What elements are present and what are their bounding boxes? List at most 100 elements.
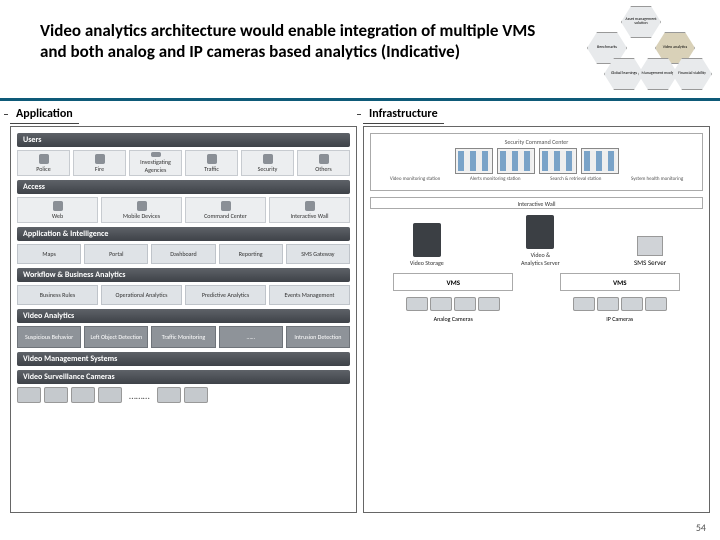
- interactive-wall-box: Interactive Wall: [370, 197, 703, 209]
- scc-station-labels: Video monitoring station Alerts monitori…: [375, 176, 698, 182]
- camera-icon: [17, 387, 41, 403]
- p2: Alerts monitoring station: [470, 176, 521, 182]
- app-dashboard: Dashboard: [151, 244, 215, 264]
- page-number: 54: [696, 521, 706, 534]
- workflow-row: Business Rules Operational Analytics Pre…: [17, 285, 350, 305]
- video-analytics-row: Suspicious Behavior Left Object Detectio…: [17, 326, 350, 348]
- analog-camera-label: Analog Cameras: [393, 315, 513, 323]
- storage-server-icon: [413, 223, 441, 257]
- va-intrusion: Intrusion Detection: [286, 326, 350, 348]
- app-reporting: Reporting: [219, 244, 283, 264]
- va-more: ……: [219, 326, 283, 348]
- access-bar: Access: [17, 180, 350, 194]
- p1: Video monitoring station: [390, 176, 440, 182]
- user-traffic: Traffic: [185, 150, 238, 176]
- user-others: Others: [297, 150, 350, 176]
- app-intel-row: Maps Portal Dashboard Reporting SMS Gate…: [17, 244, 350, 264]
- others-icon: [319, 154, 329, 164]
- wf-predictive: Predictive Analytics: [185, 285, 266, 305]
- workflow-bar: Workflow & Business Analytics: [17, 268, 350, 282]
- monitor-icon: [539, 148, 577, 174]
- interactive-wall-icon: [305, 201, 315, 211]
- access-web: Web: [17, 197, 98, 223]
- investigating-icon: [151, 152, 161, 157]
- laptop-icon: [53, 201, 63, 211]
- access-mobile: Mobile Devices: [101, 197, 182, 223]
- slide-title: Video analytics architecture would enabl…: [40, 20, 560, 63]
- wf-op-analytics: Operational Analytics: [101, 285, 182, 305]
- application-panel: Application Users Police Fire Investigat…: [10, 105, 357, 513]
- video-analytics-server: Video & Analytics Server: [520, 215, 560, 267]
- ip-camera-icon: [645, 297, 667, 311]
- vms-row: VMS VMS: [370, 273, 703, 291]
- app-maps: Maps: [17, 244, 81, 264]
- va-suspicious: Suspicious Behavior: [17, 326, 81, 348]
- access-row: Web Mobile Devices Command Center Intera…: [17, 197, 350, 223]
- user-security: Security: [241, 150, 294, 176]
- hex-asset-mgmt: Asset management solution: [621, 6, 661, 38]
- access-command: Command Center: [185, 197, 266, 223]
- vms-box-left: VMS: [393, 273, 513, 291]
- user-investigating: Investigating Agencies: [129, 150, 182, 176]
- mobile-icon: [137, 201, 147, 211]
- application-body: Users Police Fire Investigating Agencies…: [10, 126, 357, 513]
- traffic-icon: [207, 154, 217, 164]
- p4: System health monitoring: [631, 176, 683, 182]
- camera-ellipsis: ………: [125, 389, 154, 402]
- analytics-server-icon: [526, 215, 554, 249]
- server-row: Video Storage Video & Analytics Server S…: [370, 215, 703, 267]
- infrastructure-title: Infrastructure: [363, 105, 444, 124]
- title-text: Video analytics architecture would enabl…: [40, 20, 560, 63]
- sms-server: SMS Server: [634, 236, 666, 267]
- security-icon: [263, 154, 273, 164]
- infrastructure-body: Security Command Center Video monitoring…: [363, 126, 710, 513]
- security-command-center: Security Command Center Video monitoring…: [370, 133, 703, 191]
- sms-server-icon: [637, 236, 663, 256]
- camera-icon: [184, 387, 208, 403]
- analog-camera-icon: [430, 297, 452, 311]
- app-sms: SMS Gateway: [286, 244, 350, 264]
- p3: Search & retrieval station: [550, 176, 601, 182]
- analog-camera-icon: [478, 297, 500, 311]
- infrastructure-panel: Infrastructure Security Command Center V…: [363, 105, 710, 513]
- application-title: Application: [10, 105, 79, 124]
- video-storage: Video Storage: [407, 223, 447, 267]
- users-bar: Users: [17, 133, 350, 147]
- ip-camera-group: IP Cameras: [560, 297, 680, 323]
- command-center-icon: [221, 201, 231, 211]
- analog-camera-icon: [454, 297, 476, 311]
- camera-icon: [157, 387, 181, 403]
- wf-events: Events Management: [269, 285, 350, 305]
- analog-camera-group: Analog Cameras: [393, 297, 513, 323]
- cameras-bar: Video Surveillance Cameras: [17, 370, 350, 384]
- ip-camera-icon: [621, 297, 643, 311]
- users-row: Police Fire Investigating Agencies Traff…: [17, 150, 350, 176]
- va-traffic: Traffic Monitoring: [151, 326, 215, 348]
- ip-camera-label: IP Cameras: [560, 315, 680, 323]
- video-analytics-bar: Video Analytics: [17, 309, 350, 323]
- user-police: Police: [17, 150, 70, 176]
- va-left-object: Left Object Detection: [84, 326, 148, 348]
- wf-rules: Business Rules: [17, 285, 98, 305]
- camera-icon: [71, 387, 95, 403]
- camera-icon: [44, 387, 68, 403]
- header-divider: [0, 98, 720, 101]
- analog-camera-icon: [406, 297, 428, 311]
- ip-camera-icon: [597, 297, 619, 311]
- content-panels: Application Users Police Fire Investigat…: [10, 105, 710, 513]
- vms-bar: Video Management Systems: [17, 352, 350, 366]
- monitor-icon: [581, 148, 619, 174]
- scc-label: Security Command Center: [375, 138, 698, 146]
- access-wall: Interactive Wall: [269, 197, 350, 223]
- monitor-icon: [455, 148, 493, 174]
- navigation-hex-cluster: Asset management solution Benchmarks Vid…: [569, 4, 714, 99]
- police-icon: [39, 154, 49, 164]
- ip-camera-icon: [573, 297, 595, 311]
- fire-icon: [95, 154, 105, 164]
- scc-screens: [375, 148, 698, 174]
- monitor-icon: [497, 148, 535, 174]
- app-intel-bar: Application & Intelligence: [17, 227, 350, 241]
- camera-groups: Analog Cameras IP Cameras: [370, 297, 703, 323]
- vms-box-right: VMS: [560, 273, 680, 291]
- camera-icon: [98, 387, 122, 403]
